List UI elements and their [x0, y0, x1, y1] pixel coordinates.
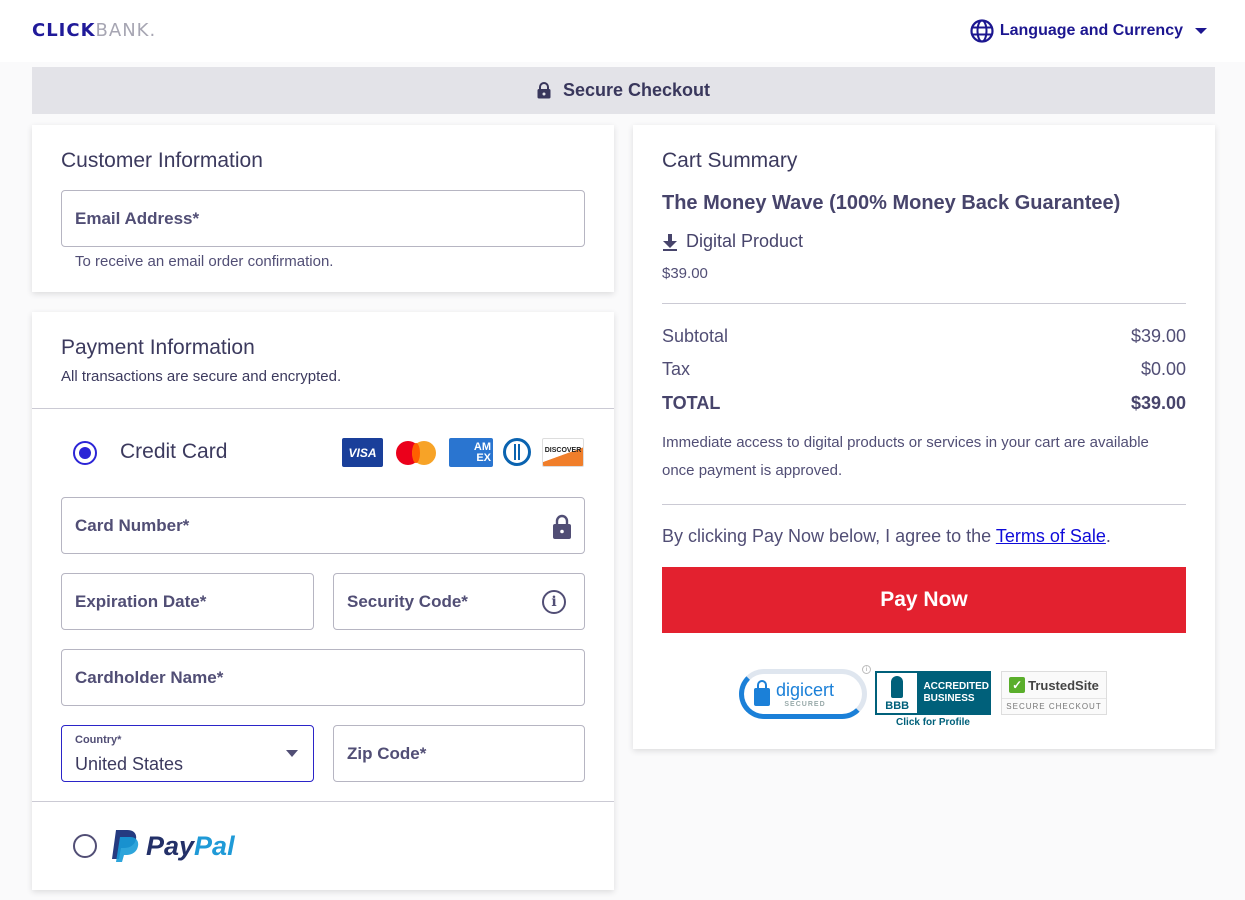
bbb-business-text: BUSINESS: [923, 693, 975, 704]
access-notice: Immediate access to digital products or …: [662, 434, 1149, 479]
trustedsite-badge[interactable]: ✓ TrustedSite SECURE CHECKOUT: [1001, 671, 1107, 715]
customer-information-card: Customer Information Email Address* To r…: [32, 125, 614, 292]
amex-text-bottom: EX: [476, 451, 491, 464]
country-select[interactable]: Country* United States: [61, 725, 314, 782]
digicert-text: digicert: [776, 680, 835, 700]
bbb-accredited-text: ACCREDITED: [923, 681, 989, 692]
digicert-sub-text: SECURED: [784, 701, 826, 708]
mastercard-icon: [396, 438, 438, 467]
zip-code-field[interactable]: Zip Code*: [333, 725, 585, 782]
payment-information-card: Payment Information All transactions are…: [32, 312, 614, 890]
divider: [32, 408, 614, 409]
country-value: United States: [75, 754, 184, 774]
divider: [32, 801, 614, 802]
language-currency-label: Language and Currency: [999, 22, 1183, 39]
trustedsite-sub-text: SECURE CHECKOUT: [1002, 698, 1106, 714]
divider: [662, 303, 1186, 304]
email-field-label: Email Address*: [75, 208, 200, 228]
paypal-radio[interactable]: [73, 834, 97, 858]
product-type: Digital Product: [662, 231, 803, 252]
logo-click-text: CLICK: [32, 20, 96, 41]
bbb-torch-icon: [891, 676, 904, 698]
logo-bank-text: BANK: [95, 20, 150, 41]
paypal-text-pal: Pal: [194, 830, 235, 861]
divider: [662, 504, 1186, 505]
subtotal-value: $39.00: [1130, 326, 1186, 346]
secure-checkout-banner: Secure Checkout: [32, 67, 1215, 114]
digicert-lock-icon: [754, 680, 770, 706]
payment-subtitle: All transactions are secure and encrypte…: [61, 368, 342, 385]
terms-agreement: By clicking Pay Now below, I agree to th…: [662, 526, 1111, 547]
bbb-click-for-profile[interactable]: Click for Profile: [875, 717, 991, 728]
checkmark-icon: ✓: [1009, 677, 1026, 693]
diners-club-icon: [502, 438, 532, 467]
clickbank-logo[interactable]: CLICKBANK.: [32, 20, 156, 41]
paypal-option[interactable]: PayPal: [110, 829, 235, 863]
discover-text: DISCOVER: [544, 447, 582, 454]
card-number-field[interactable]: Card Number*: [61, 497, 585, 554]
lock-icon: [537, 82, 551, 99]
trustedsite-text: TrustedSite: [1028, 677, 1099, 693]
lock-icon: [553, 514, 571, 539]
visa-text: VISA: [348, 445, 377, 460]
info-icon[interactable]: i: [542, 590, 566, 614]
bbb-accredited-badge[interactable]: BBB ACCREDITED BUSINESS: [875, 671, 991, 715]
paypal-text-pay: Pay: [146, 830, 195, 861]
card-number-label: Card Number*: [75, 515, 190, 535]
amex-text-top: AM: [473, 440, 491, 453]
credit-card-label[interactable]: Credit Card: [120, 440, 227, 464]
cardholder-name-field[interactable]: Cardholder Name*: [61, 649, 585, 706]
amex-icon: AM EX: [449, 438, 493, 467]
logo-mark: .: [149, 20, 157, 41]
top-bar: CLICKBANK. Language and Currency: [0, 0, 1245, 62]
total-label: TOTAL: [662, 393, 721, 413]
secure-checkout-label: Secure Checkout: [562, 80, 711, 100]
subtotal-row: Subtotal $39.00: [662, 326, 1186, 347]
credit-card-radio[interactable]: [73, 441, 97, 465]
caret-down-icon: [286, 750, 298, 757]
paypal-logo-icon: [112, 830, 139, 862]
digicert-badge[interactable]: digicert SECURED: [739, 669, 867, 719]
terms-of-sale-link[interactable]: Terms of Sale: [996, 526, 1106, 546]
tax-row: Tax $0.00: [662, 359, 1186, 380]
product-price: $39.00: [662, 265, 708, 282]
language-currency-dropdown[interactable]: Language and Currency: [970, 19, 1207, 43]
payment-information-title: Payment Information: [61, 336, 255, 359]
info-icon[interactable]: i: [862, 665, 871, 674]
subtotal-label: Subtotal: [662, 326, 729, 346]
expiration-date-label: Expiration Date*: [75, 591, 207, 611]
expiration-date-field[interactable]: Expiration Date*: [61, 573, 314, 630]
total-row: TOTAL $39.00: [662, 393, 1186, 414]
download-icon: [663, 233, 677, 251]
visa-icon: VISA: [342, 438, 383, 467]
zip-code-label: Zip Code*: [347, 743, 427, 763]
product-type-label: Digital Product: [686, 231, 804, 251]
country-label: Country*: [75, 734, 122, 746]
agree-prefix: By clicking Pay Now below, I agree to th…: [662, 526, 996, 546]
pay-now-button[interactable]: Pay Now: [662, 567, 1186, 633]
product-name: The Money Wave (100% Money Back Guarante…: [662, 192, 1121, 214]
discover-icon: DISCOVER: [542, 438, 584, 467]
security-code-field[interactable]: Security Code* i: [333, 573, 585, 630]
globe-icon: [970, 19, 994, 43]
cart-summary-title: Cart Summary: [662, 149, 798, 172]
bbb-logo-text: BBB: [885, 700, 910, 712]
email-field[interactable]: Email Address*: [61, 190, 585, 247]
customer-information-title: Customer Information: [61, 149, 263, 172]
caret-down-icon: [1195, 28, 1207, 34]
security-code-label: Security Code*: [347, 591, 468, 611]
tax-value: $0.00: [1140, 359, 1186, 379]
total-value: $39.00: [1130, 393, 1186, 413]
email-hint: To receive an email order confirmation.: [75, 253, 334, 270]
agree-suffix: .: [1105, 526, 1111, 546]
cart-summary-card: Cart Summary The Money Wave (100% Money …: [633, 125, 1215, 749]
cardholder-name-label: Cardholder Name*: [75, 667, 224, 687]
tax-label: Tax: [662, 359, 691, 379]
